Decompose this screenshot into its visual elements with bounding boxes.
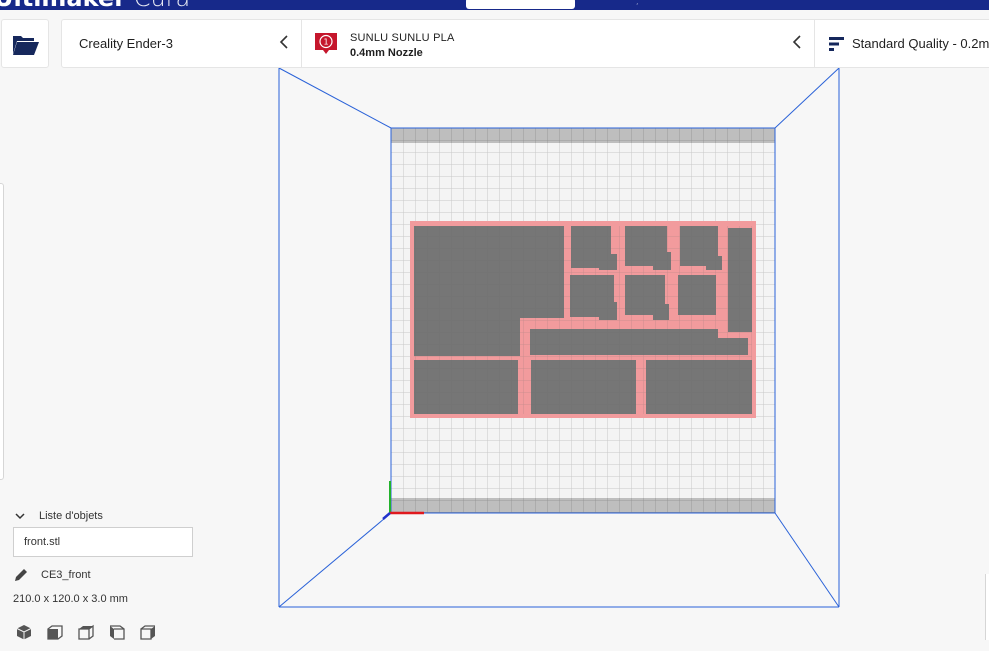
quality-sliders-icon	[829, 37, 844, 51]
pencil-icon[interactable]	[13, 567, 29, 583]
material-name: SUNLU SUNLU PLA	[350, 32, 455, 44]
object-list-heading: Liste d'objets	[39, 510, 103, 522]
view-left-icon[interactable]	[107, 622, 127, 642]
chevron-left-icon[interactable]	[277, 34, 291, 50]
job-name[interactable]: CE3_front	[41, 569, 91, 581]
list-item[interactable]: front.stl	[24, 536, 60, 548]
chevron-left-icon[interactable]	[790, 34, 804, 50]
folder-open-icon	[13, 36, 39, 55]
open-file-button[interactable]	[1, 19, 49, 68]
material-selector[interactable]: 1 SUNLU SUNLU PLA 0.4mm Nozzle	[301, 19, 815, 68]
app-header: Ultimaker Cura ,	[0, 0, 989, 10]
tool-panel[interactable]	[0, 183, 4, 480]
model-dimensions: 210.0 x 120.0 x 3.0 mm	[13, 593, 128, 605]
model-front-stl[interactable]	[410, 221, 756, 418]
printer-selector[interactable]: Creality Ender-3	[61, 19, 302, 68]
material-spool-icon: 1	[315, 33, 337, 54]
tab-prepare[interactable]	[466, 0, 575, 9]
nozzle-size: 0.4mm Nozzle	[350, 47, 423, 59]
right-panel-edge	[985, 574, 989, 640]
view-front-icon[interactable]	[45, 622, 65, 642]
quality-label: Standard Quality - 0.2mm	[852, 36, 989, 51]
material-badge-number: 1	[323, 38, 328, 47]
tab-preview[interactable]: ,	[636, 0, 640, 6]
view-right-icon[interactable]	[138, 622, 158, 642]
chevron-down-icon	[15, 513, 25, 520]
printer-name: Creality Ender-3	[79, 36, 173, 51]
print-settings-selector[interactable]: Standard Quality - 0.2mm	[814, 19, 989, 68]
app-logo: Ultimaker Cura	[0, 0, 190, 10]
view-3d-icon[interactable]	[14, 622, 34, 642]
object-list[interactable]: front.stl	[13, 527, 193, 557]
view-top-icon[interactable]	[76, 622, 96, 642]
